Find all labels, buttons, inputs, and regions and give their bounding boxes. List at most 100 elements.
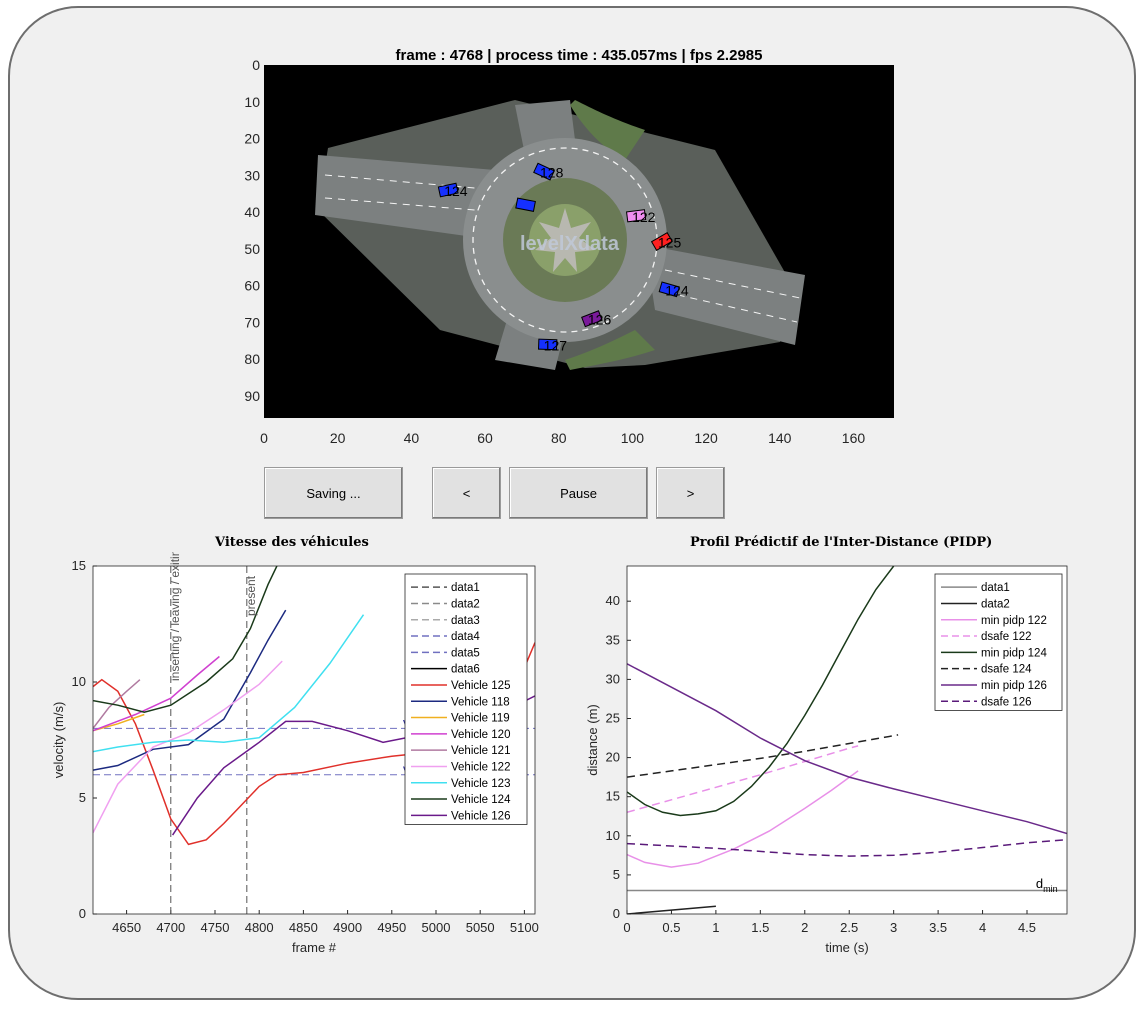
scene-xtick-label: 20 (330, 430, 346, 446)
scene-ytick-label: 20 (244, 131, 260, 147)
xtick-label: 5100 (510, 920, 539, 935)
legend-label: dsafe 124 (981, 664, 1032, 676)
scene-ytick-label: 40 (244, 204, 260, 220)
scene-ytick-label: 30 (244, 167, 260, 183)
vline-label: inserting / leaving / exiting (168, 552, 182, 681)
ytick-label: 35 (606, 632, 620, 647)
legend-label: Vehicle 120 (451, 729, 510, 741)
xtick-label: 4950 (377, 920, 406, 935)
legend-label: data5 (451, 647, 480, 659)
legend-label: data4 (451, 631, 480, 643)
scene-plot: levelXdata 125122 124 126 127 128 124 0 20 40 60… (244, 60, 894, 446)
legend-label: data1 (981, 582, 1010, 594)
scene-xtick-label: 80 (551, 430, 567, 446)
vehicle-id-label: 128 (540, 165, 564, 181)
xtick-label: 4 (979, 920, 986, 935)
legend-label: Vehicle 125 (451, 680, 510, 692)
previous-frame-button[interactable]: < (432, 467, 501, 519)
scene-xtick-label: 60 (477, 430, 493, 446)
xtick-label: 0 (623, 920, 630, 935)
xtick-label: 3 (890, 920, 897, 935)
legend: data1 data2 data3 data4 data5 data6 Vehicle 12… (404, 573, 528, 825)
ytick-label: 15 (72, 558, 86, 573)
ytick-label: 30 (606, 671, 620, 686)
legend-label: dsafe 126 (981, 696, 1032, 708)
scene-xtick-label: 40 (404, 430, 420, 446)
legend-label: Vehicle 118 (451, 696, 510, 708)
xtick-label: 4850 (289, 920, 318, 935)
scene-xtick-label: 0 (260, 430, 268, 446)
legend-label: Vehicle 119 (451, 713, 510, 725)
xtick-label: 2 (801, 920, 808, 935)
ytick-label: 20 (606, 750, 620, 765)
legend-label: data1 (451, 582, 480, 594)
watermark-text: levelXdata (520, 233, 620, 255)
vehicle-id-label: 125 (658, 235, 682, 251)
legend: data1 data2 min pidp 122 dsafe 122 min pidp … (934, 573, 1063, 711)
velocity-chart-title: Vitesse des véhicules (215, 535, 369, 550)
ytick-label: 40 (606, 593, 620, 608)
vehicle-id-label: 124 (665, 282, 689, 298)
ytick-label: 0 (79, 906, 86, 921)
xtick-label: 5000 (422, 920, 451, 935)
scene-ytick-label: 60 (244, 278, 260, 294)
vehicle-id-label: 127 (544, 337, 568, 353)
ytick-label: 15 (606, 789, 620, 804)
xtick-label: 1.5 (751, 920, 769, 935)
pidp-chart-title: Profil Prédictif de l'Inter-Distance (PI… (690, 535, 993, 550)
scene-ytick-label: 50 (244, 241, 260, 257)
xtick-label: 4700 (156, 920, 185, 935)
legend-label: Vehicle 122 (451, 761, 510, 773)
y-axis-label: velocity (m/s) (51, 702, 66, 779)
scene-ytick-label: 90 (244, 388, 260, 404)
pause-button[interactable]: Pause (509, 467, 648, 519)
legend-label: dsafe 122 (981, 631, 1032, 643)
vehicle-id-label: 126 (588, 312, 612, 328)
scene-ytick-label: 10 (244, 94, 260, 110)
scene-ytick-label: 80 (244, 351, 260, 367)
xtick-label: 5050 (466, 920, 495, 935)
xtick-label: 4.5 (1018, 920, 1036, 935)
vehicle-marker: 127 (537, 337, 568, 353)
velocity-chart: 4650 4700 4750 4800 4850 4900 4950 5000 5050 5100… (51, 552, 539, 955)
ytick-label: 25 (606, 710, 620, 725)
legend-label: min pidp 122 (981, 615, 1047, 627)
xtick-label: 4800 (245, 920, 274, 935)
scene-xtick-label: 160 (842, 430, 866, 446)
scene-ytick-label: 0 (252, 60, 260, 73)
xtick-label: 4900 (333, 920, 362, 935)
legend-label: data3 (451, 615, 480, 627)
legend-label: Vehicle 123 (451, 778, 510, 790)
x-axis-label: time (s) (825, 940, 868, 955)
legend-label: min pidp 124 (981, 647, 1047, 659)
ytick-label: 5 (613, 867, 620, 882)
xtick-label: 4750 (201, 920, 230, 935)
xtick-label: 2.5 (840, 920, 858, 935)
scene-xtick-label: 120 (694, 430, 718, 446)
xtick-label: 4650 (112, 920, 141, 935)
scene-xtick-label: 140 (768, 430, 792, 446)
vehicle-id-label: 124 (444, 183, 468, 199)
vline-label: present (244, 575, 258, 616)
saving-button[interactable]: Saving ... (264, 467, 403, 519)
ytick-label: 0 (613, 906, 620, 921)
ytick-label: 5 (79, 790, 86, 805)
legend-label: Vehicle 121 (451, 745, 510, 757)
legend-label: Vehicle 126 (451, 810, 510, 822)
ytick-label: 10 (606, 828, 620, 843)
xtick-label: 1 (712, 920, 719, 935)
y-axis-label: distance (m) (585, 704, 600, 776)
legend-label: Vehicle 124 (451, 794, 511, 806)
xtick-label: 0.5 (662, 920, 680, 935)
legend-label: data2 (451, 598, 480, 610)
vehicle-id-label: 122 (632, 209, 656, 225)
dmin-subscript: min (1043, 884, 1058, 894)
pidp-chart: 0 0.5 1 1.5 2 2.5 3 3.5 4 4.5 0 5 10 15 20 25 30 35 40 time… (585, 565, 1068, 955)
scene-ytick-label: 70 (244, 314, 260, 330)
legend-label: data2 (981, 598, 1010, 610)
x-axis-label: frame # (292, 940, 337, 955)
legend-label: data6 (451, 664, 480, 676)
next-frame-button[interactable]: > (656, 467, 725, 519)
legend-label: min pidp 126 (981, 680, 1047, 692)
ytick-label: 10 (72, 674, 86, 689)
